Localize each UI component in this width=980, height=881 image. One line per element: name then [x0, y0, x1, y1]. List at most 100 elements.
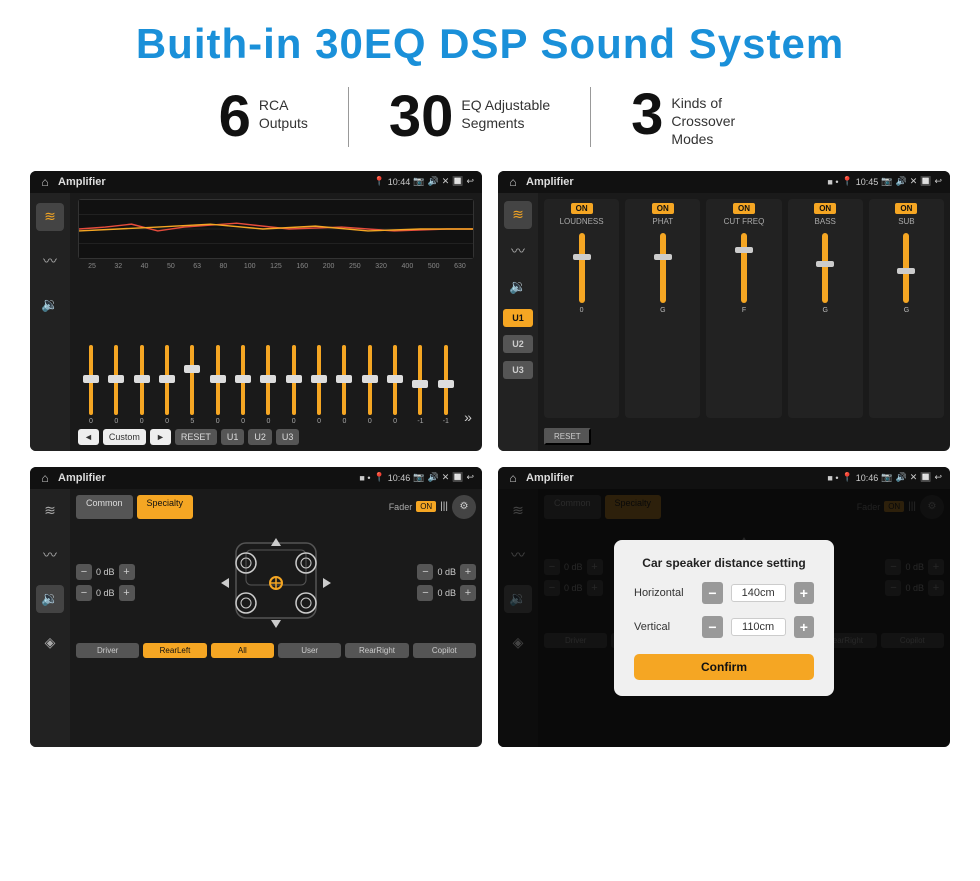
sp-db-val-1: 0 dB	[96, 567, 115, 577]
xover-phat-slider[interactable]	[660, 233, 666, 303]
dialog-vertical-row: Vertical − 110cm +	[634, 616, 814, 638]
sp-btn-driver[interactable]: Driver	[76, 643, 139, 658]
screen4-content: ≋ 〰 🔉 ◈ Common Specialty Fader ON	[498, 489, 950, 747]
xover-loudness: ON LOUDNESS 0	[544, 199, 619, 418]
screen-eq: ⌂ Amplifier 📍 10:44 📷🔊✕🔲↩ ≋ 〰 🔉	[30, 171, 482, 451]
sp-btn-all[interactable]: All	[211, 643, 274, 658]
xover-loudness-slider[interactable]	[579, 233, 585, 303]
eq-arrows[interactable]: »	[464, 409, 472, 425]
xover-on-sub: ON	[895, 203, 917, 214]
eq-slider-14: -1	[409, 345, 431, 425]
screen-distance: ⌂ Amplifier ■ • 📍 10:46 📷🔊✕🔲↩ ≋ 〰 🔉 ◈	[498, 467, 950, 747]
eq-slider-10: 0	[308, 345, 330, 425]
dialog-horizontal-label: Horizontal	[634, 587, 694, 599]
wave-icon[interactable]: 〰	[36, 247, 64, 275]
sp-right-controls: − 0 dB + − 0 dB +	[417, 528, 476, 638]
xover-bass-slider[interactable]	[822, 233, 828, 303]
dialog-overlay: Car speaker distance setting Horizontal …	[498, 489, 950, 747]
tab-common[interactable]: Common	[76, 495, 133, 519]
dialog-vertical-minus[interactable]: −	[702, 616, 722, 638]
sp-eq-icon[interactable]: ≋	[36, 497, 64, 525]
sp-plus-3[interactable]: +	[460, 564, 476, 580]
xover-cutfreq: ON CUT FREQ F	[706, 199, 781, 418]
xover-u1-btn[interactable]: U1	[503, 309, 533, 327]
eq-icon[interactable]: ≋	[36, 203, 64, 231]
dialog-vertical-plus[interactable]: +	[794, 616, 814, 638]
settings-icon[interactable]: ⚙	[452, 495, 476, 519]
dialog-vertical-label: Vertical	[634, 621, 694, 633]
home-icon-4: ⌂	[506, 471, 520, 485]
eq-u3-btn[interactable]: U3	[276, 429, 300, 445]
xover-bass-label: BASS	[815, 217, 836, 226]
xover-u2-btn[interactable]: U2	[503, 335, 533, 353]
xover-reset-btn[interactable]: RESET	[544, 428, 591, 445]
eq-slider-9: 0	[283, 345, 305, 425]
screen1-content: ≋ 〰 🔉	[30, 193, 482, 451]
tab-specialty[interactable]: Specialty	[137, 495, 194, 519]
eq-slider-11: 0	[333, 345, 355, 425]
page-title: Buith-in 30EQ DSP Sound System	[30, 20, 950, 68]
xover-u3-btn[interactable]: U3	[503, 361, 533, 379]
distance-dialog: Car speaker distance setting Horizontal …	[614, 540, 834, 696]
screens-grid: ⌂ Amplifier 📍 10:44 📷🔊✕🔲↩ ≋ 〰 🔉	[30, 171, 950, 747]
sp-plus-2[interactable]: +	[119, 585, 135, 601]
sp-vol-icon[interactable]: ◈	[36, 629, 64, 657]
xover-spk-icon[interactable]: 🔉	[504, 273, 532, 301]
eq-prev-btn[interactable]: ◄	[78, 429, 99, 445]
status-bar-1: ⌂ Amplifier 📍 10:44 📷🔊✕🔲↩	[30, 171, 482, 193]
stat-crossover: 3 Kinds ofCrossover Modes	[591, 86, 801, 149]
eq-play-btn[interactable]: ►	[150, 429, 171, 445]
confirm-button[interactable]: Confirm	[634, 654, 814, 680]
eq-u1-btn[interactable]: U1	[221, 429, 245, 445]
stat-rca-label: RCAOutputs	[259, 88, 308, 132]
eq-slider-8: 0	[257, 345, 279, 425]
eq-u2-btn[interactable]: U2	[248, 429, 272, 445]
screen2-content: ≋ 〰 🔉 U1 U2 U3 ON LOUDNESS	[498, 193, 950, 451]
stat-rca: 6 RCAOutputs	[179, 88, 348, 146]
status-icons-2: ■ • 📍 10:45 📷🔊✕🔲↩	[827, 176, 942, 187]
xover-wave-icon[interactable]: 〰	[504, 237, 532, 265]
home-icon: ⌂	[38, 175, 52, 189]
stat-eq-label: EQ AdjustableSegments	[461, 88, 550, 132]
sp-plus-4[interactable]: +	[460, 585, 476, 601]
sp-main: Common Specialty Fader ON ||| ⚙	[70, 489, 482, 747]
xover-sub-label: SUB	[898, 217, 914, 226]
eq-preset-label[interactable]: Custom	[103, 429, 146, 445]
xover-modules-row: ON LOUDNESS 0 ON PHAT	[544, 199, 944, 418]
sp-spk-icon[interactable]: 🔉	[36, 585, 64, 613]
sp-plus-1[interactable]: +	[119, 564, 135, 580]
dialog-horizontal-minus[interactable]: −	[702, 582, 722, 604]
status-bar-3: ⌂ Amplifier ■ • 📍 10:46 📷🔊✕🔲↩	[30, 467, 482, 489]
sp-btn-rearright[interactable]: RearRight	[345, 643, 408, 658]
dialog-horizontal-plus[interactable]: +	[794, 582, 814, 604]
stat-eq: 30 EQ AdjustableSegments	[349, 88, 590, 146]
sp-side: ≋ 〰 🔉 ◈	[30, 489, 70, 747]
sp-btn-rearleft[interactable]: RearLeft	[143, 643, 206, 658]
eq-slider-1: 0	[80, 345, 102, 425]
xover-sub-slider[interactable]	[903, 233, 909, 303]
xover-eq-icon[interactable]: ≋	[504, 201, 532, 229]
stat-rca-number: 6	[219, 88, 251, 146]
sp-minus-4[interactable]: −	[417, 585, 433, 601]
sp-wave-icon[interactable]: 〰	[36, 541, 64, 569]
eq-slider-5: 5	[181, 345, 203, 425]
speaker-icon[interactable]: 🔉	[36, 291, 64, 319]
eq-graph	[78, 199, 474, 259]
sp-db-val-4: 0 dB	[437, 588, 456, 598]
screen-speaker: ⌂ Amplifier ■ • 📍 10:46 📷🔊✕🔲↩ ≋ 〰 🔉 ◈	[30, 467, 482, 747]
sp-minus-1[interactable]: −	[76, 564, 92, 580]
xover-on-bass: ON	[814, 203, 836, 214]
sp-tabs: Common Specialty Fader ON ||| ⚙	[76, 495, 476, 519]
xover-cutfreq-slider[interactable]	[741, 233, 747, 303]
eq-reset-btn[interactable]: RESET	[175, 429, 217, 445]
sp-left-controls: − 0 dB + − 0 dB +	[76, 528, 135, 638]
status-icons-4: ■ • 📍 10:46 📷🔊✕🔲↩	[827, 472, 942, 483]
fader-on-badge: ON	[416, 501, 436, 512]
sp-btn-copilot[interactable]: Copilot	[413, 643, 476, 658]
sp-btn-user[interactable]: User	[278, 643, 341, 658]
eq-slider-13: 0	[384, 345, 406, 425]
sp-bottom-bar: Driver RearLeft All User RearRight Copil…	[76, 643, 476, 658]
sp-minus-3[interactable]: −	[417, 564, 433, 580]
eq-bottom-bar: ◄ Custom ► RESET U1 U2 U3	[78, 429, 474, 445]
sp-minus-2[interactable]: −	[76, 585, 92, 601]
